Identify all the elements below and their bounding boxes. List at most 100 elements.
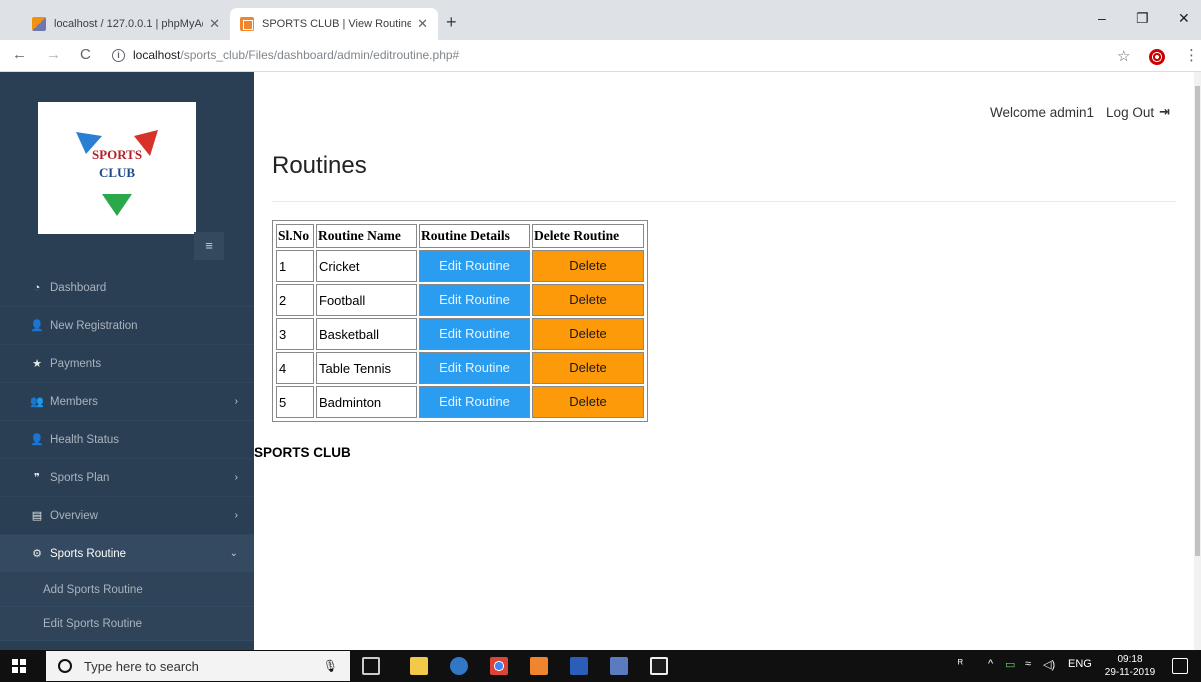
cell-routine-name: Table Tennis <box>316 352 417 384</box>
column-header-routine-name: Routine Name <box>316 224 417 248</box>
sidebar-subitem-label: Add Sports Routine <box>43 583 143 596</box>
sidebar-item-label: Health Status <box>50 433 120 446</box>
cell-sl-no: 1 <box>276 250 314 282</box>
sidebar-subitem-label: Edit Sports Routine <box>43 617 143 630</box>
gear-icon: ⚙ <box>32 548 42 560</box>
language-indicator[interactable]: ENG <box>1068 658 1092 670</box>
phpmyadmin-favicon-icon <box>32 17 46 31</box>
logo-text-sports: SPORTS <box>91 147 143 162</box>
word-icon[interactable] <box>570 657 588 675</box>
table-row: 2 Football Edit Routine Delete <box>276 284 644 316</box>
cell-delete: Delete <box>532 250 644 282</box>
edit-routine-button[interactable]: Edit Routine <box>420 319 529 349</box>
notes-app-icon[interactable] <box>610 657 628 675</box>
delete-routine-button[interactable]: Delete <box>533 285 643 315</box>
browser-menu-icon[interactable]: ⋮ <box>1184 46 1199 64</box>
delete-routine-button[interactable]: Delete <box>533 251 643 281</box>
reload-button[interactable]: C <box>80 46 91 63</box>
main-content: Welcome admin1 Log Out ⇥ Routines Sl.No … <box>254 72 1194 650</box>
cell-edit: Edit Routine <box>419 250 530 282</box>
wifi-icon[interactable]: ≈ <box>1025 658 1031 670</box>
sidebar-item-new-registration[interactable]: 👤 New Registration <box>0 307 254 345</box>
user-plus-icon: 👤 <box>30 434 44 446</box>
url-field[interactable]: i localhost /sports_club/Files/dashboard… <box>112 48 459 62</box>
browser-tab-sports-club[interactable]: SPORTS CLUB | View Routine ✕ <box>230 8 438 40</box>
page-scrollbar[interactable] <box>1194 72 1201 650</box>
cell-routine-name: Badminton <box>316 386 417 418</box>
sidebar-item-health-status[interactable]: 👤 Health Status <box>0 421 254 459</box>
edit-routine-button[interactable]: Edit Routine <box>420 251 529 281</box>
tab-close-icon[interactable]: ✕ <box>417 16 428 32</box>
sidebar-item-sports-plan[interactable]: ❞ Sports Plan › <box>0 459 254 497</box>
edit-routine-button[interactable]: Edit Routine <box>420 387 529 417</box>
column-header-routine-details: Routine Details <box>419 224 530 248</box>
sidebar-item-dashboard[interactable]: ◔ Dashboard <box>0 269 254 307</box>
sidebar-item-label: Members <box>50 395 98 408</box>
sidebar-item-payments[interactable]: ★ Payments <box>0 345 254 383</box>
chrome-icon[interactable] <box>490 657 508 675</box>
cell-routine-name: Cricket <box>316 250 417 282</box>
sports-club-logo[interactable]: SPORTS CLUB <box>38 102 196 234</box>
cell-sl-no: 5 <box>276 386 314 418</box>
column-header-delete-routine: Delete Routine <box>532 224 644 248</box>
taskbar-clock[interactable]: 09:18 29-11-2019 <box>1100 653 1160 679</box>
edit-routine-button[interactable]: Edit Routine <box>420 285 529 315</box>
forward-button[interactable]: → <box>46 46 61 63</box>
dashboard-gauge-icon: ◔ <box>33 281 41 294</box>
sidebar-item-label: Payments <box>50 357 102 370</box>
cell-delete: Delete <box>532 386 644 418</box>
browser-app-icon[interactable] <box>450 657 468 675</box>
cell-sl-no: 3 <box>276 318 314 350</box>
browser-tab-phpmyadmin[interactable]: localhost / 127.0.0.1 | phpMyAdmi ✕ <box>22 8 230 40</box>
table-row: 1 Cricket Edit Routine Delete <box>276 250 644 282</box>
column-header-sl-no: Sl.No <box>276 224 314 248</box>
cell-routine-name: Football <box>316 284 417 316</box>
minimize-button[interactable]: – <box>1098 10 1106 26</box>
tab-close-icon[interactable]: ✕ <box>209 16 220 32</box>
task-view-icon[interactable] <box>362 657 380 675</box>
file-explorer-icon[interactable] <box>410 657 428 675</box>
sidebar-item-label: Sports Plan <box>50 471 110 484</box>
back-button[interactable]: ← <box>12 46 27 63</box>
chevron-down-icon: ⌄ <box>229 548 238 559</box>
table-row: 4 Table Tennis Edit Routine Delete <box>276 352 644 384</box>
tray-chevron-up-icon[interactable]: ^ <box>988 658 993 670</box>
sidebar: SPORTS CLUB ≡ ◔ Dashboard 👤 New Registra… <box>0 72 254 650</box>
logout-icon[interactable]: ⇥ <box>1159 104 1170 120</box>
title-divider <box>272 201 1176 202</box>
new-tab-button[interactable]: + <box>446 12 457 33</box>
delete-routine-button[interactable]: Delete <box>533 387 643 417</box>
sidebar-item-label: New Registration <box>50 319 138 332</box>
table-row: 5 Badminton Edit Routine Delete <box>276 386 644 418</box>
notification-center-icon[interactable] <box>1172 658 1188 674</box>
chevron-right-icon: › <box>234 510 238 521</box>
star-icon: ★ <box>32 358 42 370</box>
sidebar-item-members[interactable]: 👥 Members › <box>0 383 254 421</box>
bookmark-star-icon[interactable]: ☆ <box>1117 47 1130 65</box>
sidebar-subitem-edit-sports-routine[interactable]: Edit Sports Routine <box>0 607 254 641</box>
microphone-icon[interactable]: 🎙 <box>323 659 338 673</box>
scrollbar-thumb[interactable] <box>1195 86 1200 556</box>
battery-icon[interactable]: ▭ <box>1005 658 1015 671</box>
site-info-icon[interactable]: i <box>112 48 125 62</box>
maximize-button[interactable]: ❐ <box>1136 10 1149 27</box>
sidebar-item-sports-routine[interactable]: ⚙ Sports Routine ⌄ <box>0 535 254 573</box>
sidebar-item-overview[interactable]: ▤ Overview › <box>0 497 254 535</box>
welcome-text: Welcome admin1 <box>990 104 1095 120</box>
taskbar-search-input[interactable]: Type here to search 🎙 <box>46 651 350 681</box>
table-header-row: Sl.No Routine Name Routine Details Delet… <box>276 224 644 248</box>
edit-routine-button[interactable]: Edit Routine <box>420 353 529 383</box>
close-window-button[interactable]: ✕ <box>1178 10 1190 27</box>
sidebar-subitem-add-sports-routine[interactable]: Add Sports Routine <box>0 573 254 607</box>
app-window-icon[interactable] <box>650 657 668 675</box>
volume-icon[interactable]: ◁) <box>1043 658 1055 671</box>
delete-routine-button[interactable]: Delete <box>533 319 643 349</box>
xampp-icon[interactable] <box>530 657 548 675</box>
extension-target-icon[interactable] <box>1149 49 1165 65</box>
footer-brand: SPORTS CLUB <box>254 445 351 460</box>
logout-link[interactable]: Log Out <box>1106 105 1154 120</box>
windows-start-icon[interactable] <box>12 659 26 673</box>
sidebar-toggle-button[interactable]: ≡ <box>194 232 224 260</box>
delete-routine-button[interactable]: Delete <box>533 353 643 383</box>
people-icon[interactable]: ᴿ <box>958 658 963 670</box>
